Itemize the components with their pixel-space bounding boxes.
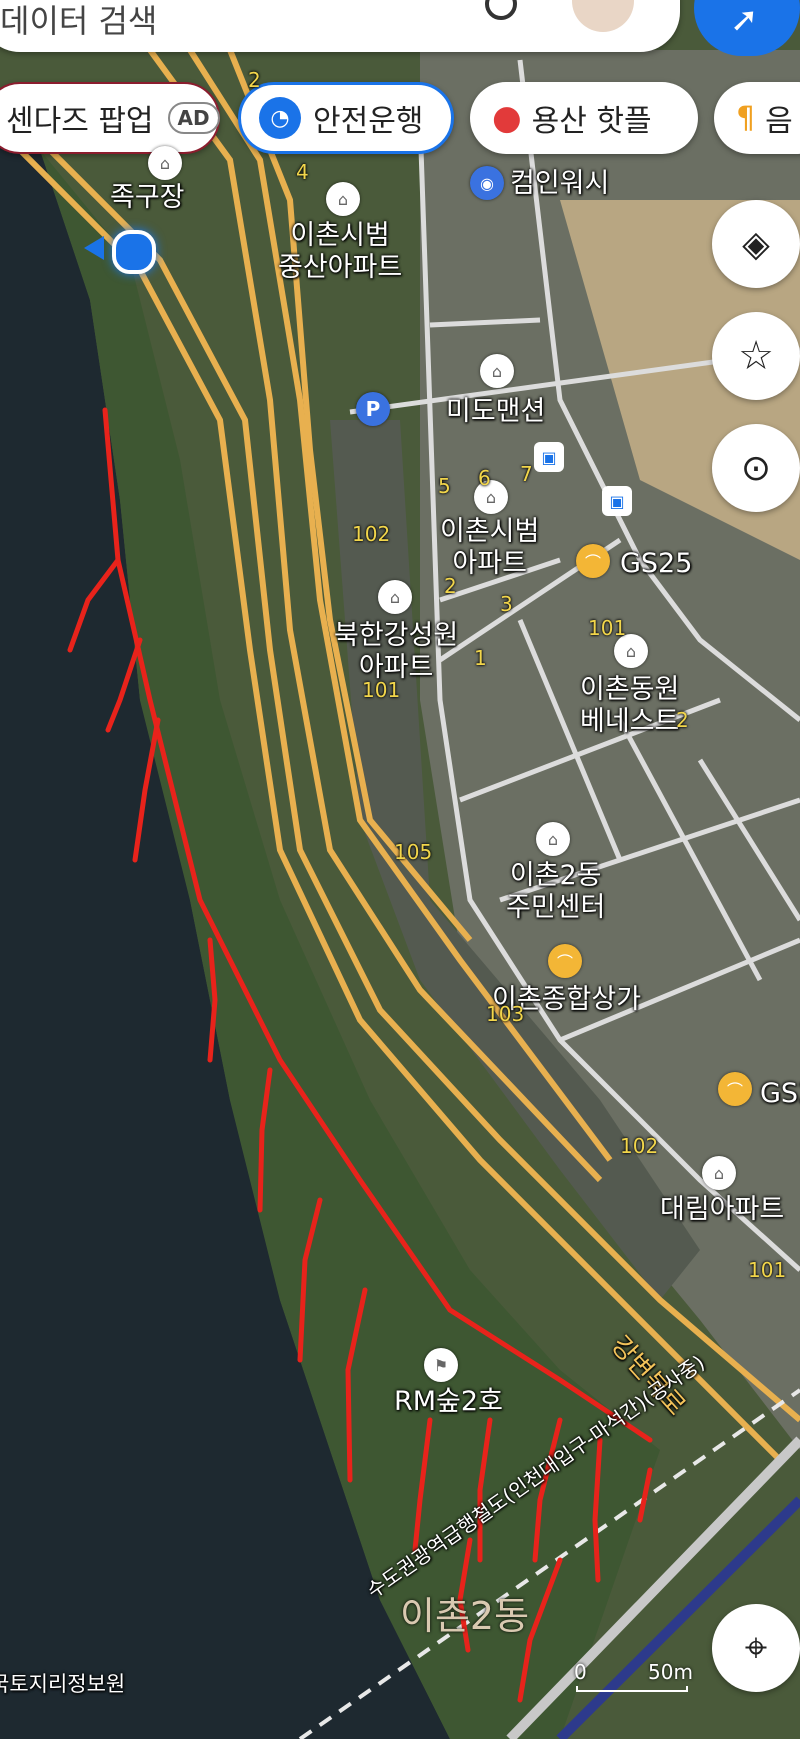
chip-label: 안전운행 [313,104,424,139]
convenience-store-icon[interactable]: ⌒ [718,1072,752,1106]
chip-label: 용산 핫플 [531,104,652,139]
navigation-icon: ➚ [730,0,759,40]
building-number: 102 [620,1134,659,1158]
building-number: 1 [474,646,487,670]
district-label: 이촌2동 [400,1594,530,1638]
place-label[interactable]: 미도맨션 [446,396,545,428]
current-location-button[interactable]: ⌖ [712,1604,800,1692]
chip-label: 센다즈 팝업 [6,104,154,139]
place-label[interactable]: 족구장 [110,182,185,214]
building-number: 7 [520,462,533,486]
parking-icon[interactable]: P [356,392,390,426]
place-label[interactable]: 북한강성원 아파트 [334,620,458,684]
place-label[interactable]: 이촌2동 주민센터 [506,860,605,924]
place-label-line: 주민센터 [506,892,606,923]
place-label[interactable]: 이촌시범 아파트 [440,516,539,580]
building-number: 103 [486,1002,525,1026]
favorites-button[interactable]: ☆ [712,312,800,400]
place-label[interactable]: GS25 [620,548,692,580]
attribution-label: 국토지리정보원 [0,1672,126,1696]
chip-food[interactable]: ¶ 음 [714,82,800,154]
restaurant-icon: ¶ [736,100,756,136]
building-number: 2 [444,574,457,598]
scale-bar: 0 50m [574,1660,694,1692]
apartment-icon[interactable]: ⌂ [702,1156,736,1190]
apartment-icon[interactable]: ⌂ [326,182,360,216]
apartment-icon[interactable]: ⌂ [480,354,514,388]
place-label-line: 이촌동원 [580,674,680,705]
building-number: 102 [352,522,391,546]
government-building-icon[interactable]: ⌂ [536,822,570,856]
ad-badge: AD [167,102,220,134]
place-label-line: 이촌시범 [440,516,540,547]
sports-icon[interactable]: ⌂ [148,146,182,180]
building-number: 3 [500,592,513,616]
bus-stop-icon[interactable]: ▣ [534,442,564,472]
scale-zero: 0 [574,1660,587,1684]
place-label-line: 북한강성원 [334,620,459,651]
place-label-line: 베네스트 [580,706,680,737]
building-number: 101 [362,678,401,702]
car-wash-icon[interactable]: ◉ [470,166,504,200]
layers-button[interactable]: ◈ [712,200,800,288]
place-label[interactable]: 이촌시범 중산아파트 [278,220,402,284]
heading-arrow-icon [84,236,104,260]
speedometer-icon: ◔ [259,97,301,139]
bus-stop-icon[interactable]: ▣ [602,486,632,516]
place-label-line: 이촌시범 [290,220,390,251]
place-label[interactable]: 이촌동원 베네스트 [580,674,679,738]
building-number: 101 [588,616,627,640]
flag-icon[interactable]: ⚑ [424,1348,458,1382]
pin-icon: ⊙ [740,447,772,489]
voice-icon[interactable] [485,0,517,20]
place-label[interactable]: RM숲2호 [394,1386,503,1418]
chip-yongsan-hotplace[interactable]: ● 용산 핫플 [470,82,698,154]
apartment-icon[interactable]: ⌂ [378,580,412,614]
search-bar[interactable]: 데이터 검색 [0,0,680,52]
building-number: 6 [478,466,491,490]
building-number: 2 [676,708,689,732]
building-number: 105 [394,840,433,864]
place-label[interactable]: GS2 [760,1078,800,1110]
building-number: 5 [438,474,451,498]
place-label-line: 이촌2동 [509,860,602,891]
building-number: 2 [248,68,261,92]
layers-icon: ◈ [742,223,770,265]
shopping-icon[interactable]: ⌒ [548,944,582,978]
place-label-line: 중산아파트 [278,252,403,283]
locate-icon: ⌖ [744,1625,768,1671]
scale-label: 50m [648,1660,693,1684]
scale-line [576,1686,688,1692]
current-location-marker [112,230,156,274]
search-placeholder: 데이터 검색 [0,2,158,40]
chip-safe-driving[interactable]: ◔ 안전운행 [238,82,454,154]
place-label[interactable]: 대림아파트 [660,1194,784,1226]
chip-label: 음 [765,104,793,139]
place-button[interactable]: ⊙ [712,424,800,512]
building-number: 101 [748,1258,787,1282]
building-number: 4 [296,160,309,184]
place-label[interactable]: 컴인워시 [510,168,609,200]
location-pin-icon: ● [492,98,522,138]
star-icon: ☆ [738,333,774,379]
avatar[interactable] [572,0,634,32]
convenience-store-icon[interactable]: ⌒ [576,544,610,578]
chip-sendaz-popup[interactable]: 센다즈 팝업 AD [0,82,220,154]
